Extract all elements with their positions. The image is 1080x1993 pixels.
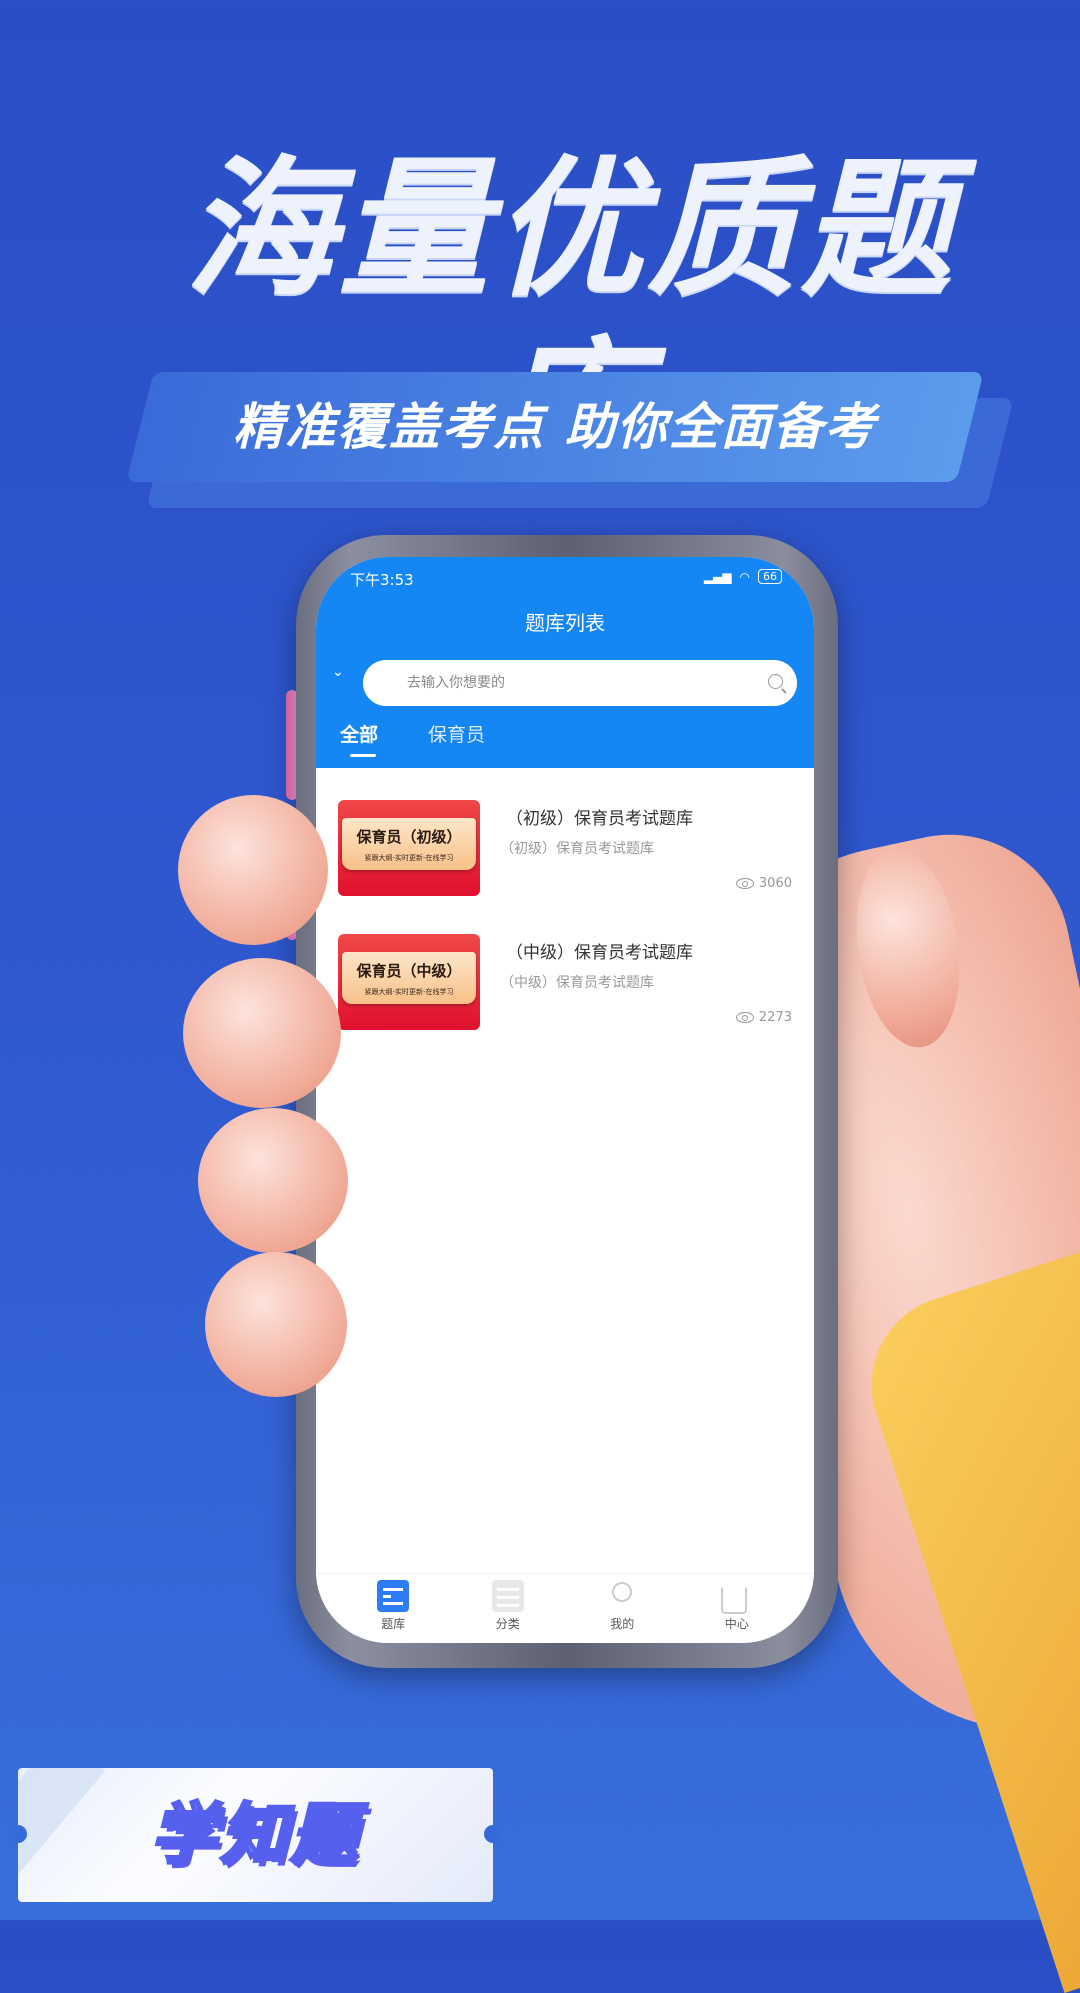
thumbnail-title: 保育员（初级） — [356, 828, 462, 846]
tab-nursery-teacher[interactable]: 保育员 — [428, 720, 485, 747]
item-thumbnail: 保育员（初级） 紧跟大纲-实时更新-在线学习 — [338, 800, 480, 896]
view-count: 3060 — [735, 876, 792, 891]
page-title: 题库列表 — [525, 611, 605, 635]
nav-label: 中心 — [724, 1617, 749, 1631]
item-title: （初级）保育员考试题库 — [506, 809, 693, 829]
ticket-notch — [484, 1825, 502, 1843]
nav-label: 我的 — [610, 1617, 635, 1631]
nav-item-profile[interactable]: 我的 — [582, 1580, 662, 1643]
item-title: （中级）保育员考试题库 — [506, 943, 693, 963]
item-subtitle: （初级）保育员考试题库 — [500, 841, 654, 857]
app-screen: 下午3:53 ▂▄▆ ◠ 66 题库列表 ⌄ 全部 保育员 保育员（初级） — [316, 557, 814, 1643]
list-item[interactable]: 保育员（初级） 紧跟大纲-实时更新-在线学习 （初级）保育员考试题库 （初级）保… — [316, 768, 814, 902]
profile-icon — [606, 1580, 638, 1612]
brand-name: 学知题 — [149, 1795, 361, 1875]
status-icons: ▂▄▆ ◠ 66 — [704, 569, 782, 584]
finger — [205, 1252, 347, 1397]
item-subtitle: （中级）保育员考试题库 — [500, 975, 654, 991]
finger — [178, 795, 328, 945]
item-thumbnail: 保育员（中级） 紧跟大纲-实时更新-在线学习 — [338, 934, 480, 1030]
category-icon — [491, 1580, 524, 1612]
slogan-text: 精准覆盖考点 助你全面备考 — [233, 398, 877, 456]
search-input[interactable] — [407, 660, 737, 706]
wifi-icon: ◠ — [739, 569, 750, 584]
app-header: 下午3:53 ▂▄▆ ◠ 66 题库列表 ⌄ 全部 保育员 — [316, 557, 814, 768]
view-count-value: 3060 — [758, 876, 792, 891]
home-icon — [720, 1580, 753, 1614]
nav-label: 题库 — [381, 1617, 406, 1631]
bottom-nav: 题库 分类 我的 中心 — [316, 1573, 814, 1643]
signal-icon: ▂▄▆ — [703, 569, 732, 584]
search-bar[interactable] — [363, 660, 797, 706]
eye-icon — [735, 878, 754, 889]
eye-icon — [735, 1012, 754, 1023]
tab-all[interactable]: 全部 — [340, 720, 378, 757]
nav-item-question-bank[interactable]: 题库 — [353, 1580, 433, 1643]
view-count-value: 2273 — [758, 1010, 792, 1025]
ticket-notch — [9, 1825, 27, 1843]
brand-badge: 学知题 — [18, 1768, 493, 1902]
status-time: 下午3:53 — [350, 571, 414, 589]
phone-mockup: 下午3:53 ▂▄▆ ◠ 66 题库列表 ⌄ 全部 保育员 保育员（初级） — [296, 535, 838, 1668]
battery-icon: 66 — [758, 569, 782, 584]
thumbnail-subtitle: 紧跟大纲-实时更新-在线学习 — [364, 854, 454, 862]
question-bank-icon — [377, 1580, 410, 1612]
thumbnail-subtitle: 紧跟大纲-实时更新-在线学习 — [364, 988, 454, 996]
nav-item-category[interactable]: 分类 — [468, 1580, 548, 1643]
finger — [198, 1108, 348, 1253]
nav-label: 分类 — [495, 1617, 520, 1631]
chevron-down-icon[interactable]: ⌄ — [332, 664, 344, 680]
question-bank-list: 保育员（初级） 紧跟大纲-实时更新-在线学习 （初级）保育员考试题库 （初级）保… — [316, 768, 814, 1036]
list-item[interactable]: 保育员（中级） 紧跟大纲-实时更新-在线学习 （中级）保育员考试题库 （中级）保… — [316, 902, 814, 1036]
search-icon[interactable] — [768, 674, 783, 689]
nav-item-center[interactable]: 中心 — [697, 1580, 777, 1643]
view-count: 2273 — [735, 1010, 792, 1025]
thumbnail-title: 保育员（中级） — [356, 962, 462, 980]
tab-bar: 全部 保育员 — [340, 720, 485, 757]
finger — [183, 958, 341, 1108]
